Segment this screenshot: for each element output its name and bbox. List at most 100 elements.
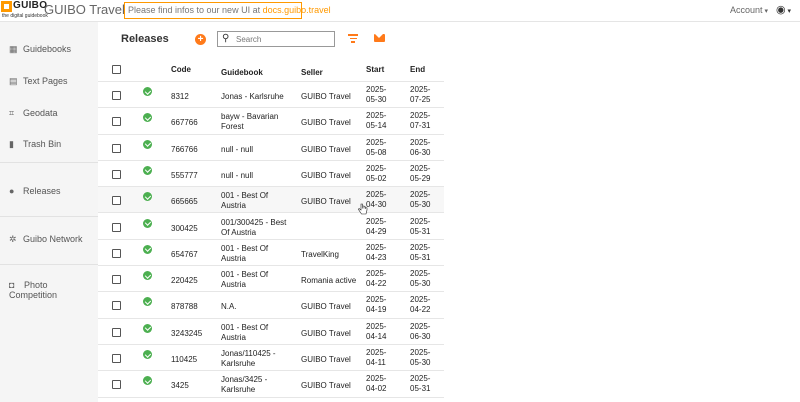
- sidebar-item-guibo-network[interactable]: ✲ Guibo Network: [9, 234, 83, 245]
- cell-code: 110425: [171, 355, 198, 364]
- network-icon: ✲: [9, 234, 17, 244]
- cell-seller: GUIBO Travel: [301, 302, 351, 312]
- sidebar-item-guidebooks[interactable]: ▦ Guidebooks: [9, 44, 71, 55]
- status-ok-icon: [143, 192, 152, 202]
- guibo-logo[interactable]: GUIBO the digital guidebook: [1, 0, 48, 20]
- search-icon: ⚲: [222, 33, 230, 44]
- status-ok-icon: [143, 139, 152, 149]
- cell-end: 2025-05-30: [410, 348, 431, 367]
- cell-guidebook: 001 - Best Of Austria: [221, 322, 269, 342]
- cell-start: 2025-04-02: [366, 374, 387, 394]
- cell-code: 665665: [171, 197, 198, 207]
- row-checkbox[interactable]: [112, 91, 121, 100]
- search-input[interactable]: [236, 33, 332, 45]
- cell-start: 2025-05-02: [366, 163, 387, 183]
- cell-end: 2025-05-29: [410, 163, 431, 183]
- sidebar-item-releases[interactable]: ● Releases: [9, 186, 61, 196]
- logo-mark-icon: [1, 1, 12, 12]
- column-header-start[interactable]: Start: [366, 65, 392, 75]
- cell-seller: Romania active: [301, 276, 357, 286]
- sidebar-divider: [0, 264, 98, 265]
- row-checkbox[interactable]: [112, 196, 121, 206]
- cell-guidebook: null - null: [221, 144, 254, 154]
- column-header-end[interactable]: End: [410, 65, 436, 75]
- docs-link[interactable]: docs.guibo.travel: [263, 5, 331, 15]
- cell-code: 878788: [171, 302, 198, 312]
- sidebar-item-trash-bin[interactable]: ▮ Trash Bin: [9, 139, 61, 150]
- row-checkbox[interactable]: [112, 222, 121, 232]
- grid-icon: ▦: [9, 44, 18, 54]
- table-header: Code Guidebook Seller Start End: [98, 58, 444, 82]
- cell-code: 555777: [171, 170, 198, 180]
- mouse-cursor-icon: [358, 203, 368, 215]
- cell-start: 2025-04-22: [366, 269, 387, 289]
- status-ok-icon: [143, 218, 152, 228]
- cell-code: 8312: [171, 92, 189, 101]
- cell-seller: GUIBO Travel: [301, 328, 351, 338]
- table-row[interactable]: 3243245 001 - Best Of Austria GUIBO Travel…: [98, 319, 444, 345]
- column-header-guidebook[interactable]: Guidebook: [221, 68, 293, 78]
- row-checkbox[interactable]: [112, 354, 121, 363]
- status-ok-icon: [143, 271, 152, 281]
- mail-icon[interactable]: [374, 34, 385, 42]
- row-checkbox[interactable]: [112, 117, 121, 127]
- table-row[interactable]: 8312 Jonas - Karlsruhe GUIBO Travel 2025-05…: [98, 82, 444, 109]
- sidebar-item-geodata[interactable]: ⌗ Geodata: [9, 108, 58, 119]
- cell-code: 220425: [171, 276, 198, 286]
- row-checkbox[interactable]: [112, 248, 121, 258]
- table-row[interactable]: 766766 null - null GUIBO Travel 2025-05-08 2…: [98, 135, 444, 161]
- cell-guidebook: 001 - Best Of Austria: [221, 243, 269, 263]
- row-checkbox[interactable]: [112, 275, 121, 285]
- column-header-seller[interactable]: Seller: [301, 68, 361, 78]
- table-row[interactable]: 3425 Jonas/3425 - Karlsruhe GUIBO Travel 20…: [98, 371, 444, 398]
- cell-seller: GUIBO Travel: [301, 92, 351, 101]
- cell-seller: TravelKing: [301, 249, 339, 259]
- cell-guidebook: null - null: [221, 170, 254, 180]
- cell-start: 2025-05-08: [366, 137, 387, 157]
- cell-start: 2025-05-14: [366, 111, 387, 131]
- filter-icon[interactable]: [348, 34, 358, 43]
- cell-start: 2025-05-30: [366, 85, 387, 104]
- sidebar-item-photo-competition[interactable]: ◘ Photo Competition: [9, 280, 57, 300]
- cell-code: 766766: [171, 144, 198, 154]
- table-row[interactable]: 110425 Jonas/110425 - Karlsruhe GUIBO Trav…: [98, 345, 444, 372]
- sidebar: ▦ Guidebooks ▤ Text Pages ⌗ Geodata ▮ Trash …: [0, 22, 98, 402]
- cell-end: 2025-07-25: [410, 85, 431, 104]
- cell-guidebook: Jonas/110425 - Karlsruhe: [221, 349, 276, 368]
- cell-seller: GUIBO Travel: [301, 355, 351, 364]
- cell-start: 2025-04-11: [366, 348, 387, 367]
- add-release-button[interactable]: +: [195, 34, 206, 45]
- table-row[interactable]: 300425 001/300425 - Best Of Austria 2025-0…: [98, 214, 444, 240]
- cell-end: 2025-06-30: [410, 321, 431, 341]
- sidebar-item-text-pages[interactable]: ▤ Text Pages: [9, 76, 68, 87]
- map-icon: ⌗: [9, 108, 15, 118]
- cell-end: 2025-07-31: [410, 111, 431, 131]
- row-checkbox[interactable]: [112, 169, 121, 179]
- table-row[interactable]: 220425 001 - Best Of Austria Romania activ…: [98, 266, 444, 293]
- status-ok-icon: [143, 350, 152, 359]
- sidebar-item-label: Guibo Network: [23, 234, 83, 244]
- cell-end: 2025-05-31: [410, 374, 431, 394]
- row-checkbox[interactable]: [112, 301, 121, 311]
- row-checkbox[interactable]: [112, 327, 121, 337]
- select-all-checkbox[interactable]: [112, 65, 121, 74]
- table-row[interactable]: 665665 001 - Best Of Austria GUIBO Travel 2…: [98, 187, 444, 214]
- table-row[interactable]: 654767 001 - Best Of Austria TravelKing 202…: [98, 240, 444, 267]
- table-row[interactable]: 878788 N.A. GUIBO Travel 2025-04-19 2025-04-…: [98, 292, 444, 319]
- cell-code: 3243245: [171, 328, 203, 338]
- row-checkbox[interactable]: [112, 380, 121, 390]
- column-header-code[interactable]: Code: [171, 65, 191, 75]
- cell-seller: GUIBO Travel: [301, 197, 351, 207]
- cell-start: 2025-04-14: [366, 321, 387, 341]
- table-row[interactable]: 555777 null - null GUIBO Travel 2025-05-02 2…: [98, 161, 444, 188]
- status-ok-icon: [143, 165, 152, 175]
- cell-start: 2025-04-23: [366, 242, 387, 262]
- user-menu-icon[interactable]: ◉: [776, 3, 791, 16]
- sidebar-item-label: Releases: [23, 186, 61, 196]
- main-content: Releases + ⚲ Code Guidebook Seller Start…: [98, 22, 800, 402]
- row-checkbox[interactable]: [112, 143, 121, 153]
- account-menu[interactable]: Account: [730, 5, 768, 15]
- table-row[interactable]: 667766 bayw - Bavarian Forest GUIBO Travel…: [98, 108, 444, 135]
- cell-code: 667766: [171, 118, 198, 128]
- sidebar-item-label: Photo: [24, 280, 48, 290]
